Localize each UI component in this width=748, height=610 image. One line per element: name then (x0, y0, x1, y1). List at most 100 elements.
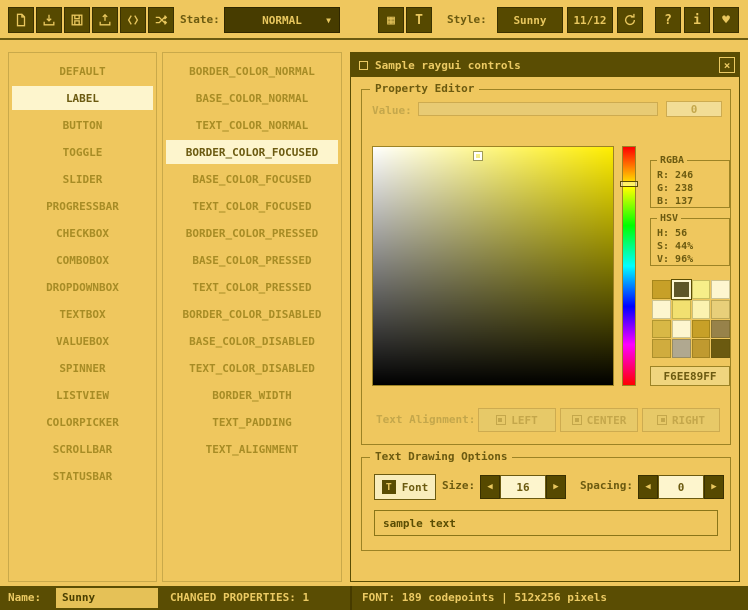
sponsor-button[interactable]: ♥ (713, 7, 739, 33)
color-swatch[interactable] (652, 320, 671, 339)
color-swatch[interactable] (672, 280, 691, 299)
window-close-button[interactable]: × (719, 57, 735, 73)
control-list-item[interactable]: SLIDER (12, 167, 153, 191)
align-center-icon (572, 415, 582, 425)
style-counter-button[interactable]: 11/12 (567, 7, 613, 33)
color-swatch[interactable] (711, 339, 730, 358)
text-drawing-options-group: Text Drawing Options T Font Size: ◀ 16 ▶… (361, 457, 731, 551)
property-list-item[interactable]: TEXT_PADDING (166, 410, 338, 434)
property-list-item[interactable]: BORDER_COLOR_FOCUSED (166, 140, 338, 164)
arrow-left-icon: ◀ (645, 482, 650, 492)
color-panel[interactable] (372, 146, 614, 386)
control-list-item[interactable]: SPINNER (12, 356, 153, 380)
control-list-item[interactable]: COLORPICKER (12, 410, 153, 434)
value-slider (418, 102, 658, 116)
control-list-item[interactable]: TOGGLE (12, 140, 153, 164)
save-style-button[interactable] (64, 7, 90, 33)
export-style-button[interactable] (92, 7, 118, 33)
hue-bar[interactable] (622, 146, 636, 386)
color-panel-marker[interactable] (474, 152, 482, 160)
random-style-button[interactable] (148, 7, 174, 33)
new-style-button[interactable] (8, 7, 34, 33)
property-list-item[interactable]: TEXT_COLOR_NORMAL (166, 113, 338, 137)
control-list-item[interactable]: CHECKBOX (12, 221, 153, 245)
reload-style-button[interactable] (617, 7, 643, 33)
control-list-item[interactable]: LISTVIEW (12, 383, 153, 407)
size-value[interactable]: 16 (500, 475, 546, 499)
control-list-item[interactable]: SCROLLBAR (12, 437, 153, 461)
control-list-item[interactable]: BUTTON (12, 113, 153, 137)
property-list-item[interactable]: BORDER_COLOR_PRESSED (166, 221, 338, 245)
spacing-decrease-button[interactable]: ◀ (638, 475, 658, 499)
color-swatch[interactable] (672, 320, 691, 339)
property-list-item[interactable]: BASE_COLOR_FOCUSED (166, 167, 338, 191)
grid-toggle-button[interactable]: ▦ (378, 7, 404, 33)
color-swatch[interactable] (692, 280, 711, 299)
hue-bar-marker[interactable] (620, 181, 638, 187)
property-list-item[interactable]: TEXT_COLOR_DISABLED (166, 356, 338, 380)
color-swatch[interactable] (692, 320, 711, 339)
align-center-label: CENTER (587, 414, 627, 427)
window-titlebar[interactable]: Sample raygui controls × (351, 53, 739, 77)
name-label: Name: (8, 586, 41, 610)
color-swatch[interactable] (652, 300, 671, 319)
load-style-button[interactable] (36, 7, 62, 33)
control-list-item[interactable]: TEXTBOX (12, 302, 153, 326)
text-mode-icon: T (415, 13, 423, 28)
color-swatch[interactable] (652, 339, 671, 358)
control-list-item[interactable]: PROGRESSBAR (12, 194, 153, 218)
state-value: NORMAL (262, 14, 302, 27)
text-alignment-label: Text Alignment: (376, 413, 475, 426)
property-list-item[interactable]: BORDER_WIDTH (166, 383, 338, 407)
text-alignment-toggles: LEFT CENTER RIGHT (478, 408, 724, 432)
color-swatch[interactable] (711, 300, 730, 319)
size-decrease-button[interactable]: ◀ (480, 475, 500, 499)
window-title: Sample raygui controls (375, 59, 521, 72)
hex-color-input[interactable]: F6EE89FF (650, 366, 730, 386)
toolbar: State: NORMAL ▼ ▦ T Style: Sunny 11/12 ?… (0, 0, 748, 40)
property-list-item[interactable]: BASE_COLOR_PRESSED (166, 248, 338, 272)
property-list-item[interactable]: BORDER_COLOR_DISABLED (166, 302, 338, 326)
control-list-item[interactable]: DEFAULT (12, 59, 153, 83)
property-list-item[interactable]: TEXT_COLOR_FOCUSED (166, 194, 338, 218)
property-list-item[interactable]: TEXT_ALIGNMENT (166, 437, 338, 461)
refresh-icon (623, 13, 637, 27)
spacing-value[interactable]: 0 (658, 475, 704, 499)
spacing-spinner: ◀ 0 ▶ (638, 475, 724, 499)
export-style-icon (98, 13, 112, 27)
spacing-increase-button[interactable]: ▶ (704, 475, 724, 499)
font-button-label: Font (402, 481, 429, 494)
property-list-item[interactable]: BORDER_COLOR_NORMAL (166, 59, 338, 83)
color-swatch[interactable] (711, 320, 730, 339)
property-list-item[interactable]: BASE_COLOR_NORMAL (166, 86, 338, 110)
color-swatch[interactable] (672, 300, 691, 319)
new-file-icon (14, 13, 28, 27)
color-swatch[interactable] (692, 339, 711, 358)
font-button[interactable]: T Font (374, 474, 436, 500)
color-swatch[interactable] (672, 339, 691, 358)
control-list-item[interactable]: DROPDOWNBOX (12, 275, 153, 299)
color-swatch[interactable] (652, 280, 671, 299)
text-mode-button[interactable]: T (406, 7, 432, 33)
align-center-toggle: CENTER (560, 408, 638, 432)
sample-text-input[interactable]: sample text (374, 510, 718, 536)
control-list-item[interactable]: VALUEBOX (12, 329, 153, 353)
property-list-item[interactable]: TEXT_COLOR_PRESSED (166, 275, 338, 299)
font-T-icon: T (382, 480, 396, 494)
size-increase-button[interactable]: ▶ (546, 475, 566, 499)
property-list-item[interactable]: BASE_COLOR_DISABLED (166, 329, 338, 353)
help-button[interactable]: ? (655, 7, 681, 33)
text-drawing-options-title: Text Drawing Options (370, 450, 512, 464)
export-code-button[interactable] (120, 7, 146, 33)
control-list-item[interactable]: LABEL (12, 86, 153, 110)
control-list-item[interactable]: STATUSBAR (12, 464, 153, 488)
info-button[interactable]: i (684, 7, 710, 33)
rgba-row: B: 137 (651, 195, 729, 208)
style-name-input[interactable]: Sunny (56, 588, 158, 608)
control-list-item[interactable]: COMBOBOX (12, 248, 153, 272)
color-swatch[interactable] (692, 300, 711, 319)
color-swatch[interactable] (711, 280, 730, 299)
style-name-button[interactable]: Sunny (497, 7, 563, 33)
rgba-row: G: 238 (651, 182, 729, 195)
state-dropdown[interactable]: NORMAL ▼ (224, 7, 340, 33)
